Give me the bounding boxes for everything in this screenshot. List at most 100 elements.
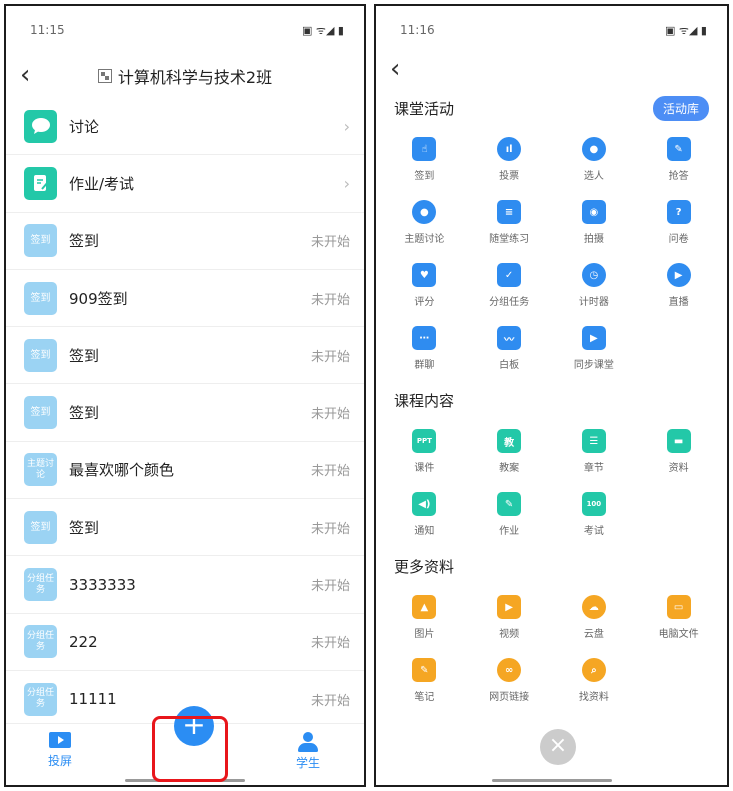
- grid-item[interactable]: ◷ 计时器: [552, 254, 637, 317]
- tab-screen-cast[interactable]: 投屏: [48, 732, 72, 769]
- grid-item[interactable]: ◉ 拍摄: [552, 191, 637, 254]
- status-text: 未开始: [310, 636, 350, 652]
- grid-item[interactable]: ☰ 章节: [552, 420, 637, 483]
- folder-icon: ▬: [666, 429, 691, 453]
- computer-icon: ▭: [666, 595, 691, 619]
- grid-item[interactable]: ≡ 随堂练习: [467, 191, 552, 254]
- home-indicator: [491, 779, 612, 782]
- screen-cast-icon: [49, 732, 71, 748]
- status-icons: ▣ ᯤ◢ ▮: [302, 23, 344, 37]
- list-item[interactable]: 讨论 ›: [6, 98, 364, 156]
- section-header: 课堂活动 活动库: [376, 88, 727, 128]
- grid-item-label: 作业: [499, 526, 520, 537]
- section-title: 更多资料: [394, 557, 455, 576]
- chevron-right-icon: ›: [343, 116, 350, 136]
- list-item[interactable]: 签到 签到 未开始: [6, 384, 364, 442]
- grid-item-label: 投票: [499, 171, 520, 182]
- qr-code-icon[interactable]: [97, 69, 112, 83]
- activity-list: 讨论 › 作业/考试 › 签到 签到 未开始 签到 909签到 未开始 签到 签到 未开始 签到 签到 未开始…: [6, 98, 364, 729]
- grid-item-label: 白板: [499, 360, 520, 371]
- list-item-label: 讨论: [69, 117, 100, 136]
- grid-item[interactable]: ☁ 云盘: [552, 586, 637, 649]
- grid-item[interactable]: ⋯ 群聊: [382, 317, 467, 380]
- grid-item[interactable]: ▲ 图片: [382, 586, 467, 649]
- group-badge: 分组任务: [24, 568, 57, 602]
- sync-class-icon: ▶: [581, 326, 606, 350]
- back-arrow-icon[interactable]: ‹: [20, 60, 30, 90]
- whiteboard-icon: 〰: [497, 326, 522, 350]
- grid-item-label: 主题讨论: [404, 234, 445, 245]
- grid-item[interactable]: ? 问卷: [636, 191, 721, 254]
- grid-item-label: 抢答: [668, 171, 689, 182]
- grid-item-label: 签到: [414, 171, 435, 182]
- grid-item[interactable]: 100 考试: [552, 483, 637, 546]
- grid-item[interactable]: ✓ 分组任务: [467, 254, 552, 317]
- status-text: 未开始: [310, 464, 350, 480]
- page-title: 计算机科学与技术2班: [97, 64, 272, 88]
- status-text: 未开始: [310, 693, 350, 709]
- discussion-icon: ●: [412, 200, 437, 224]
- status-bar: 11:16 ▣ ᯤ◢ ▮: [376, 6, 727, 54]
- list-item[interactable]: 签到 签到 未开始: [6, 213, 364, 270]
- grid-item[interactable]: ▭ 电脑文件: [636, 586, 721, 649]
- signin-badge: 签到: [24, 338, 57, 372]
- homework-icon: ✎: [497, 492, 522, 516]
- activity-library-button[interactable]: 活动库: [652, 95, 709, 121]
- grid-item-label: 笔记: [414, 692, 435, 703]
- grid-item-label: 选人: [583, 171, 604, 182]
- list-item[interactable]: 签到 签到 未开始: [6, 499, 364, 557]
- grid-item-label: 图片: [414, 629, 435, 640]
- grid-item-label: 通知: [414, 526, 435, 537]
- grid-item-label: 计时器: [578, 297, 609, 308]
- grid-item[interactable]: ♥ 评分: [382, 254, 467, 317]
- close-button[interactable]: ×: [540, 729, 576, 765]
- list-item[interactable]: 签到 签到 未开始: [6, 327, 364, 385]
- video-icon: ▶: [497, 595, 522, 619]
- grid-item[interactable]: ✎ 作业: [467, 483, 552, 546]
- grid-item[interactable]: PPT 课件: [382, 420, 467, 483]
- grid-item[interactable]: ıl 投票: [467, 128, 552, 191]
- grid-item[interactable]: 教教案: [467, 420, 552, 483]
- list-item-label: 签到: [69, 232, 100, 251]
- timer-icon: ◷: [581, 263, 606, 287]
- list-item-label: 签到: [69, 346, 100, 365]
- grid-item[interactable]: ▬ 资料: [636, 420, 721, 483]
- grid-item[interactable]: ☝ 签到: [382, 128, 467, 191]
- grid-item[interactable]: ✎ 笔记: [382, 649, 467, 712]
- section-header: 课程内容: [376, 380, 727, 420]
- tab-students[interactable]: 学生: [296, 732, 320, 771]
- cloud-icon: ☁: [581, 595, 606, 619]
- signin-badge: 签到: [24, 510, 57, 544]
- chevron-right-icon: ›: [343, 173, 350, 193]
- student-icon: [297, 732, 319, 752]
- status-text: 未开始: [310, 579, 350, 595]
- grid-item[interactable]: ● 选人: [552, 128, 637, 191]
- signin-badge: 签到: [24, 281, 57, 315]
- grid-item[interactable]: ▶ 同步课堂: [552, 317, 637, 380]
- grid-item[interactable]: ▶ 视频: [467, 586, 552, 649]
- list-item[interactable]: 分组任务 3333333 未开始: [6, 556, 364, 614]
- grid-item[interactable]: ∞ 网页链接: [467, 649, 552, 712]
- section-title: 课堂活动: [394, 99, 455, 118]
- list-item[interactable]: 签到 909签到 未开始: [6, 270, 364, 328]
- grid-item-label: 考试: [583, 526, 604, 537]
- back-arrow-icon[interactable]: ‹: [390, 54, 400, 84]
- grid-item[interactable]: ⌕ 找资料: [552, 649, 637, 712]
- grid-item[interactable]: ▶ 直播: [636, 254, 721, 317]
- grid-item[interactable]: ◀) 通知: [382, 483, 467, 546]
- add-activity-panel: 11:16 ▣ ᯤ◢ ▮ ‹ 课堂活动 活动库 ☝ 签到 ıl 投票 ● 选人 ✎ 抢答 ● 主题讨论…: [374, 4, 729, 787]
- status-bar: 11:15 ▣ ᯤ◢ ▮: [6, 6, 364, 54]
- grid-item-label: 网页链接: [489, 692, 530, 703]
- grid-item[interactable]: ● 主题讨论: [382, 191, 467, 254]
- grid-item[interactable]: 〰白板: [467, 317, 552, 380]
- list-item-label: 签到: [69, 518, 100, 537]
- activity-grid: ☝ 签到 ıl 投票 ● 选人 ✎ 抢答 ● 主题讨论 ≡ 随堂练习 ◉ 拍摄? 问卷 ♥ 评分 ✓ 分组任务 ◷ 计时…: [376, 128, 727, 380]
- grid-item-label: 电脑文件: [658, 629, 699, 640]
- tap-icon: ☝: [412, 137, 437, 161]
- status-text: 未开始: [310, 292, 350, 308]
- grid-item[interactable]: ✎ 抢答: [636, 128, 721, 191]
- list-item[interactable]: 作业/考试 ›: [6, 155, 364, 213]
- list-item[interactable]: 主题讨论 最喜欢哪个颜色 未开始: [6, 442, 364, 500]
- status-text: 未开始: [310, 407, 350, 423]
- list-item[interactable]: 分组任务 222 未开始: [6, 614, 364, 671]
